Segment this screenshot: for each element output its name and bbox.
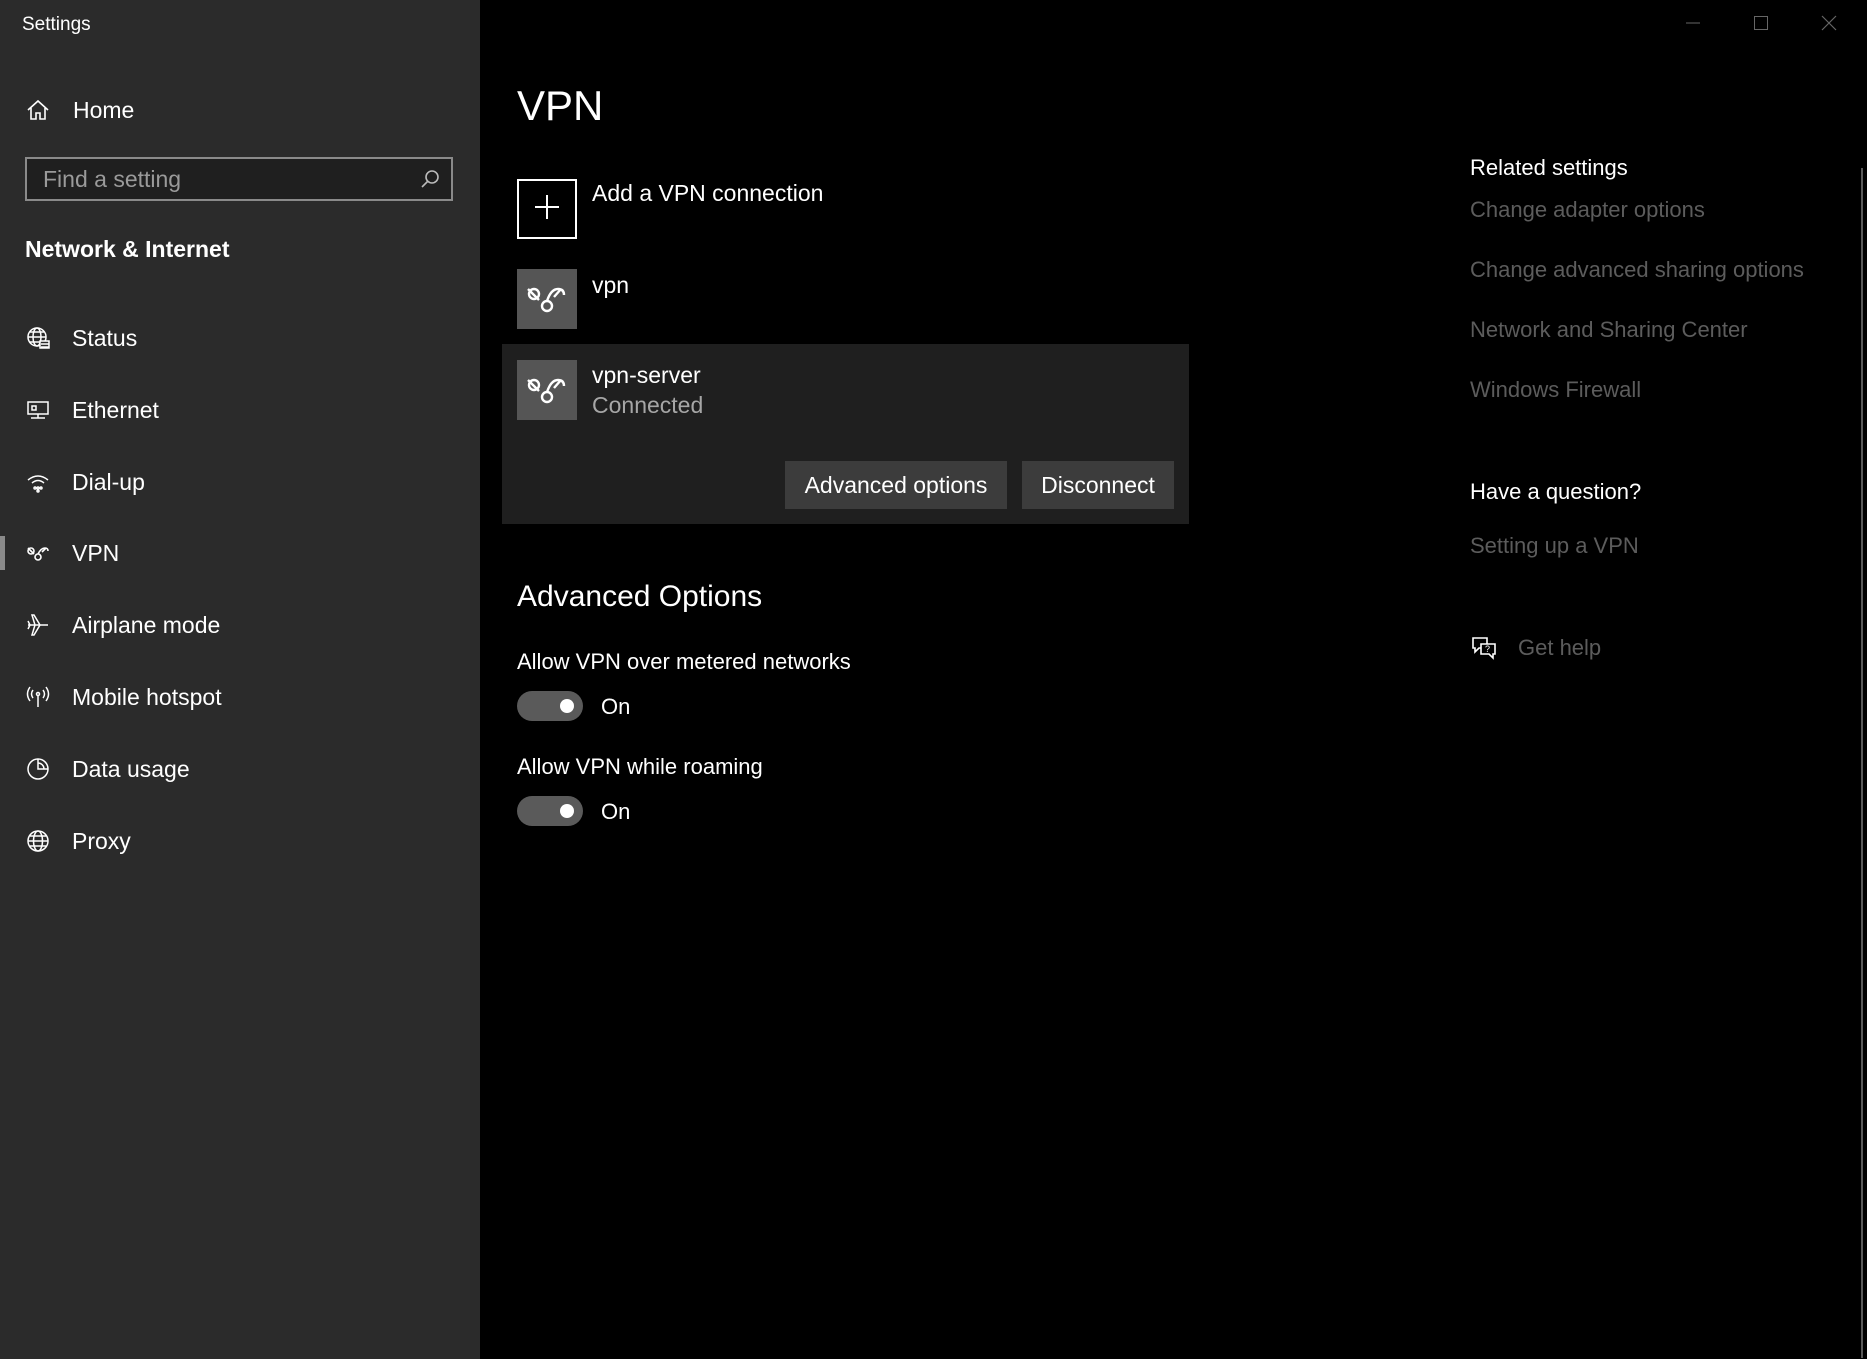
sidebar-item-mobile-hotspot[interactable]: Mobile hotspot — [0, 667, 480, 727]
section-title: Network & Internet — [25, 236, 230, 262]
close-button[interactable] — [1795, 0, 1863, 50]
vpn-connection-name[interactable]: vpn — [592, 272, 629, 299]
windows-firewall-link[interactable]: Windows Firewall — [1470, 377, 1641, 403]
disconnect-button[interactable]: Disconnect — [1022, 461, 1174, 509]
metered-toggle-label: Allow VPN over metered networks — [517, 649, 851, 674]
related-settings-heading: Related settings — [1470, 155, 1628, 180]
vpn-icon — [24, 539, 52, 567]
sidebar-item-dialup[interactable]: Dial-up — [0, 452, 480, 512]
maximize-icon — [1754, 15, 1768, 35]
plus-icon — [533, 193, 561, 226]
vpn-connection-tile[interactable] — [517, 269, 577, 329]
advanced-options-heading: Advanced Options — [517, 580, 763, 613]
sidebar-item-ethernet[interactable]: Ethernet — [0, 380, 480, 440]
roaming-toggle[interactable] — [517, 796, 583, 826]
data-usage-icon — [24, 755, 52, 783]
change-sharing-options-link[interactable]: Change advanced sharing options — [1470, 257, 1804, 283]
search-box[interactable] — [25, 157, 453, 201]
change-adapter-options-link[interactable]: Change adapter options — [1470, 197, 1705, 223]
network-sharing-center-link[interactable]: Network and Sharing Center — [1470, 317, 1748, 343]
sidebar: Settings Home Network & Internet Status … — [0, 0, 480, 1359]
home-label: Home — [73, 96, 135, 123]
metered-toggle[interactable] — [517, 691, 583, 721]
sidebar-item-label: Proxy — [72, 827, 131, 854]
sidebar-item-label: Mobile hotspot — [72, 683, 222, 710]
globe-status-icon — [24, 324, 52, 352]
sidebar-item-label: Dial-up — [72, 468, 145, 495]
sidebar-item-status[interactable]: Status — [0, 308, 480, 368]
sidebar-item-label: Airplane mode — [72, 611, 221, 638]
question-heading: Have a question? — [1470, 479, 1642, 504]
roaming-toggle-label: Allow VPN while roaming — [517, 754, 763, 779]
window-title: Settings — [22, 14, 91, 35]
ethernet-icon — [24, 396, 52, 424]
hotspot-icon — [24, 683, 52, 711]
search-input[interactable] — [27, 159, 407, 199]
scrollbar[interactable] — [1861, 168, 1863, 1358]
sidebar-item-data-usage[interactable]: Data usage — [0, 739, 480, 799]
globe-icon — [24, 827, 52, 855]
advanced-options-button[interactable]: Advanced options — [785, 461, 1007, 509]
add-vpn-button[interactable] — [517, 179, 577, 239]
dialup-icon — [24, 468, 52, 496]
close-icon — [1821, 15, 1837, 36]
sidebar-item-label: VPN — [72, 539, 120, 566]
vpn-connection-status: Connected — [592, 392, 704, 418]
home-link[interactable]: Home — [0, 80, 480, 140]
search-icon[interactable] — [419, 168, 441, 190]
get-help-icon: ? — [1470, 634, 1498, 662]
setting-up-vpn-link[interactable]: Setting up a VPN — [1470, 533, 1639, 559]
sidebar-item-vpn[interactable]: VPN — [0, 523, 480, 583]
vpn-icon — [524, 277, 570, 322]
vpn-connection-tile[interactable] — [517, 360, 577, 420]
toggle-knob — [560, 804, 574, 818]
roaming-toggle-state: On — [601, 799, 631, 824]
vpn-icon — [524, 368, 570, 413]
minimize-icon — [1686, 16, 1700, 35]
sidebar-item-label: Data usage — [72, 755, 190, 782]
page-title: VPN — [517, 82, 604, 129]
metered-toggle-state: On — [601, 694, 631, 719]
sidebar-item-airplane-mode[interactable]: Airplane mode — [0, 595, 480, 655]
add-vpn-label[interactable]: Add a VPN connection — [592, 180, 823, 207]
svg-text:?: ? — [1485, 644, 1490, 654]
toggle-knob — [560, 699, 574, 713]
get-help-link[interactable]: Get help — [1518, 635, 1601, 661]
sidebar-item-proxy[interactable]: Proxy — [0, 811, 480, 871]
sidebar-item-label: Ethernet — [72, 396, 159, 423]
minimize-button[interactable] — [1659, 0, 1727, 50]
home-icon — [24, 96, 52, 124]
vpn-connection-name[interactable]: vpn-server — [592, 362, 701, 389]
sidebar-item-label: Status — [72, 324, 138, 351]
maximize-button[interactable] — [1727, 0, 1795, 50]
airplane-icon — [24, 611, 52, 639]
